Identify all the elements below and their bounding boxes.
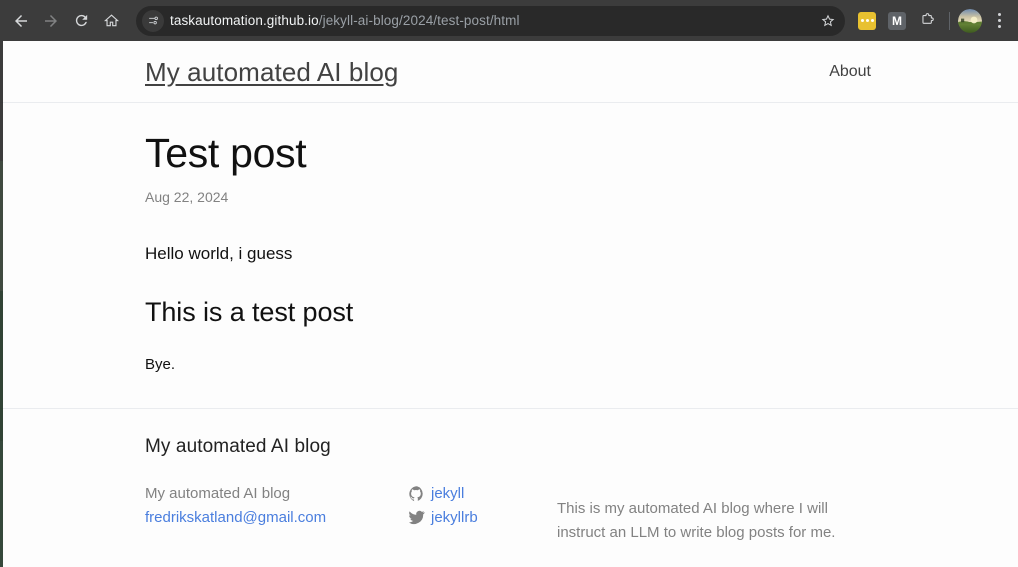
contact-email-link[interactable]: fredrikskatland@gmail.com — [145, 509, 326, 526]
speech-dots-extension-icon — [858, 11, 876, 30]
github-icon — [409, 486, 425, 502]
footer-social-column: jekyll jekyllrb — [409, 482, 557, 529]
site-title-link[interactable]: My automated AI blog — [145, 58, 398, 87]
site-settings-icon[interactable] — [142, 9, 164, 32]
site-footer: My automated AI blog My automated AI blo… — [0, 408, 1018, 559]
post-date: Aug 22, 2024 — [145, 189, 229, 206]
twitter-label: jekyllrb — [431, 508, 478, 526]
github-link[interactable]: jekyll — [409, 482, 464, 505]
post-title: Test post — [145, 130, 307, 176]
post-article: Test post Aug 22, 2024 Hello world, i gu… — [145, 103, 873, 396]
extensions-button[interactable] — [913, 6, 941, 36]
toolbar-actions: M — [853, 6, 1012, 36]
forward-arrow-icon — [45, 14, 57, 27]
footer-heading: My automated AI blog — [145, 436, 331, 458]
toolbar-divider — [949, 11, 950, 30]
contact-list: My automated AI blog fredrikskatland@gma… — [145, 482, 409, 529]
reload-button[interactable] — [66, 6, 96, 36]
home-icon — [103, 14, 119, 27]
url-path: /jekyll-ai-blog/2024/test-post/html — [318, 13, 520, 28]
footer-contact-column: My automated AI blog fredrikskatland@gma… — [145, 482, 409, 529]
social-item-twitter: jekyllrb — [409, 506, 557, 529]
site-nav: About — [829, 63, 873, 81]
footer-description: This is my automated AI blog where I wil… — [557, 500, 836, 541]
avatar-photo — [958, 8, 982, 33]
url-host: taskautomation.github.io — [170, 13, 319, 28]
avatar[interactable] — [958, 8, 982, 33]
browser-menu-button[interactable] — [986, 6, 1012, 36]
browser-toolbar: taskautomation.github.io/jekyll-ai-blog/… — [0, 0, 1018, 41]
post-heading-1: This is a test post — [145, 296, 354, 327]
home-button[interactable] — [96, 6, 126, 36]
letter-m-extension-icon: M — [888, 11, 906, 30]
bookmark-button[interactable] — [815, 8, 841, 34]
three-dot-menu-icon — [997, 13, 1001, 16]
window-edge-artifact — [0, 41, 3, 567]
contact-email-item: fredrikskatland@gmail.com — [145, 506, 409, 529]
social-list: jekyll jekyllrb — [409, 482, 557, 529]
site-header: My automated AI blog About — [0, 41, 1018, 103]
social-item-github: jekyll — [409, 482, 557, 505]
github-label: jekyll — [431, 485, 465, 503]
tune-sliders-icon — [148, 16, 158, 25]
nav-link-about[interactable]: About — [829, 63, 873, 80]
back-button[interactable] — [6, 6, 36, 36]
post-body: Hello world, i guess This is a test post… — [145, 241, 873, 376]
address-bar[interactable]: taskautomation.github.io/jekyll-ai-blog/… — [136, 5, 845, 36]
contact-name: My automated AI blog — [145, 485, 291, 503]
footer-description-column: This is my automated AI blog where I wil… — [557, 482, 873, 559]
twitter-icon — [409, 509, 425, 525]
star-icon — [821, 14, 835, 26]
puzzle-piece-icon — [921, 13, 934, 24]
twitter-link[interactable]: jekyllrb — [409, 506, 478, 529]
page-viewport: My automated AI blog About Test post Aug… — [0, 41, 1018, 567]
back-arrow-icon — [15, 14, 27, 27]
post-paragraph-1: Hello world, i guess — [145, 244, 293, 264]
post-paragraph-2: Bye. — [145, 355, 176, 373]
reload-icon — [75, 14, 87, 27]
url-text[interactable]: taskautomation.github.io/jekyll-ai-blog/… — [170, 13, 815, 28]
letter-m-extension-button[interactable]: M — [883, 6, 911, 36]
speech-dots-extension-button[interactable] — [853, 6, 881, 36]
main-content: Test post Aug 22, 2024 Hello world, i gu… — [0, 103, 1018, 396]
forward-button[interactable] — [36, 6, 66, 36]
